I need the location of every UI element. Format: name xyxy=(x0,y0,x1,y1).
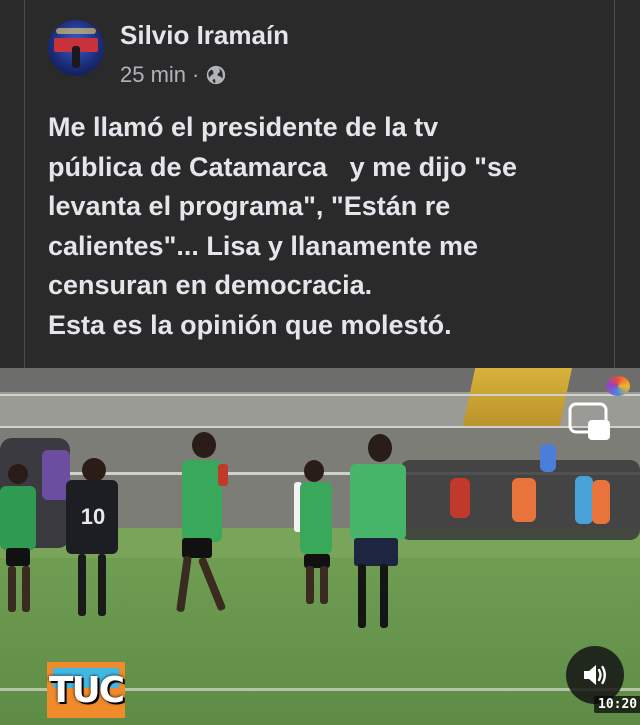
post-meta: 25 min · xyxy=(120,62,227,88)
avatar[interactable] xyxy=(48,20,104,76)
tuc-logo-text: TUC xyxy=(48,670,125,711)
player-number-10: 10 xyxy=(64,458,120,624)
video-timer: 10:20 xyxy=(594,696,640,713)
post-text-line: Me llamó el presidente de la tv xyxy=(48,112,439,142)
player xyxy=(0,464,40,624)
picture-in-picture-icon[interactable] xyxy=(568,402,612,442)
post-border-left xyxy=(24,0,25,368)
stadium-yellow-seats xyxy=(462,368,572,430)
post-text: Me llamó el presidente de la tv pública … xyxy=(48,108,608,345)
globe-icon xyxy=(207,65,226,85)
post-header: Silvio Iramaín 25 min · xyxy=(48,20,608,87)
stadium-rail xyxy=(0,394,640,396)
author-name[interactable]: Silvio Iramaín xyxy=(120,20,289,51)
crowd-person xyxy=(592,480,610,524)
post-text-line: Esta es la opinión que molestó. xyxy=(48,309,452,340)
post-text-line: censuran en democracia. xyxy=(48,270,373,300)
post-text-line: pública de Catamarca y me dijo "se xyxy=(48,151,517,182)
jersey-number: 10 xyxy=(80,504,106,529)
crowd-person xyxy=(540,444,556,472)
channel-watermark-icon xyxy=(606,376,630,396)
post-text-line: calientes"... Lisa y llanamente me xyxy=(48,230,478,261)
player xyxy=(168,432,232,622)
crowd-person xyxy=(512,478,536,522)
tuc-channel-logo: TUC xyxy=(47,662,125,718)
speaker-icon xyxy=(584,665,606,685)
video-player[interactable]: 10 TUC 10:20 xyxy=(0,368,640,725)
crowd-person xyxy=(575,476,593,524)
player xyxy=(346,434,410,634)
post-text-line: levanta el programa", "Están re xyxy=(48,191,451,221)
post-time[interactable]: 25 min xyxy=(120,62,186,88)
meta-separator: · xyxy=(192,62,200,87)
crowd-person xyxy=(450,478,470,518)
player xyxy=(292,460,340,610)
post-border-right xyxy=(614,0,615,368)
